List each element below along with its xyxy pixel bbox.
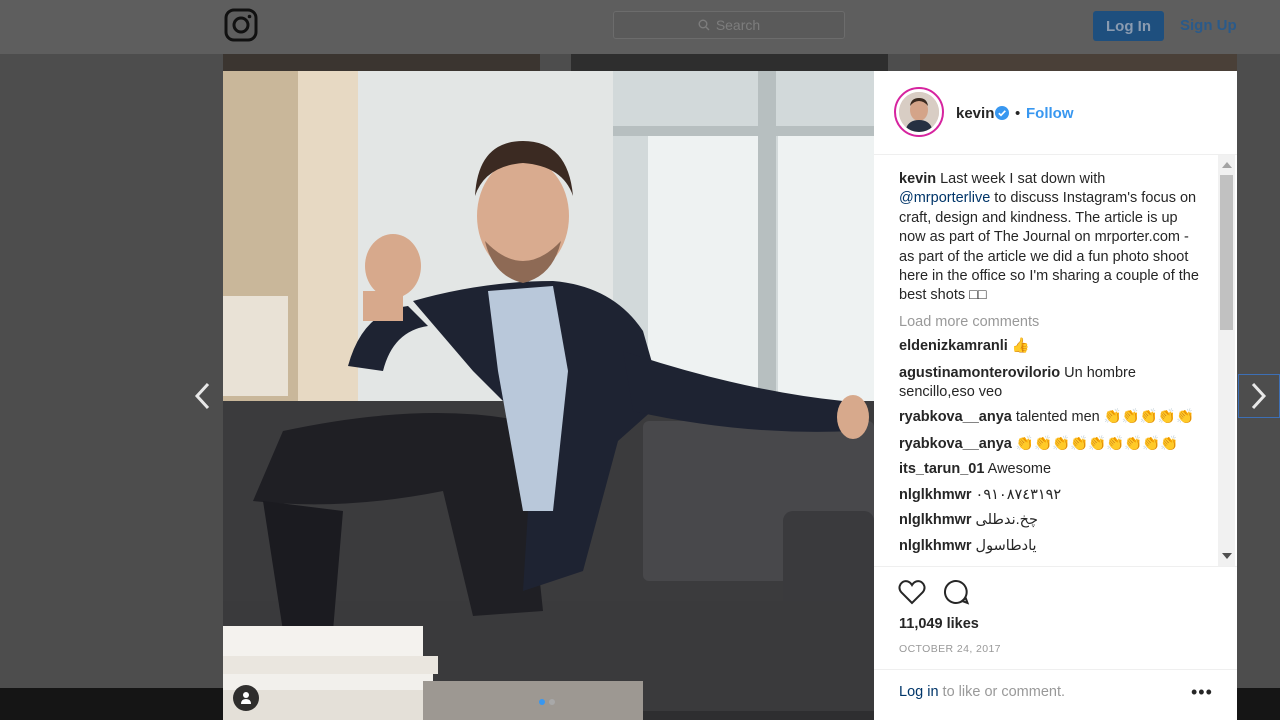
comment-text: چخ.ندطلی: [971, 512, 1038, 528]
caption-username[interactable]: kevin: [899, 171, 936, 187]
comment-item: nlglkhmwr یادطاسول: [899, 537, 1199, 556]
comment-username[interactable]: eldenizkamranli: [899, 338, 1008, 354]
comment-username[interactable]: ryabkova__anya: [899, 436, 1012, 452]
post-header: kevin • Follow: [874, 71, 1237, 155]
carousel-dot-active: [539, 699, 545, 705]
instagram-logo-icon[interactable]: [224, 8, 258, 42]
next-post-button[interactable]: [1238, 374, 1280, 418]
comment-username[interactable]: agustinamonterovilorio: [899, 365, 1060, 381]
photo-illustration: [223, 71, 874, 720]
login-prompt: Log in to like or comment. •••: [874, 669, 1237, 720]
comment-item: nlglkhmwr چخ.ندطلی: [899, 511, 1199, 530]
separator-dot: •: [1015, 105, 1021, 122]
post-caption: kevin Last week I sat down with @mrporte…: [899, 170, 1199, 306]
comments-scrollbar[interactable]: [1218, 155, 1235, 566]
likes-count[interactable]: 11,049 likes: [899, 616, 979, 632]
background-grid-tile: [920, 54, 1237, 72]
caption-text-after: to discuss Instagram's focus on craft, d…: [899, 190, 1199, 304]
login-prompt-text: Log in to like or comment.: [899, 684, 1065, 700]
comment-text: Awesome: [984, 461, 1052, 477]
comment-text: talented men 👏👏👏👏👏: [1011, 409, 1195, 425]
scroll-down-arrow[interactable]: [1222, 553, 1232, 559]
comment-text: ٠٩١٠٨٧٤٣١٩٢: [971, 487, 1062, 503]
avatar[interactable]: [894, 87, 944, 137]
post-photo[interactable]: [223, 71, 874, 720]
carousel-dot: [549, 699, 555, 705]
login-link[interactable]: Log in: [899, 684, 939, 700]
post-sidebar: kevin • Follow kevin Last week I sat dow…: [874, 71, 1237, 720]
comment-item: nlglkhmwr ٠٩١٠٨٧٤٣١٩٢: [899, 486, 1199, 505]
user-tag-button[interactable]: [233, 685, 259, 711]
more-options-button[interactable]: •••: [1191, 682, 1213, 703]
chevron-right-icon: [1251, 382, 1267, 410]
comment-text: 👏👏👏👏👏👏👏👏👏: [1011, 436, 1179, 452]
post-date: OCTOBER 24, 2017: [899, 643, 1001, 655]
load-more-comments-button[interactable]: Load more comments: [899, 314, 1039, 330]
comment-username[interactable]: nlglkhmwr: [899, 512, 972, 528]
comment-item: ryabkova__anya talented men 👏👏👏👏👏: [899, 408, 1199, 427]
search-input[interactable]: Search: [613, 11, 845, 39]
previous-post-button[interactable]: [186, 378, 218, 414]
login-suffix: to like or comment.: [938, 684, 1066, 700]
heart-icon[interactable]: [898, 579, 926, 605]
comment-text: 👍: [1007, 338, 1030, 354]
comment-icon[interactable]: [942, 578, 970, 606]
comment-item: ryabkova__anya 👏👏👏👏👏👏👏👏👏: [899, 435, 1199, 454]
comment-username[interactable]: nlglkhmwr: [899, 487, 972, 503]
caption-text-before: Last week I sat down with: [936, 171, 1106, 187]
avatar-image: [899, 92, 939, 132]
comment-username[interactable]: nlglkhmwr: [899, 538, 972, 554]
search-placeholder: Search: [715, 17, 761, 33]
comment-item: agustinamonterovilorio Un hombre sencill…: [899, 364, 1199, 403]
post-username[interactable]: kevin: [956, 105, 994, 122]
comment-username[interactable]: its_tarun_01: [899, 461, 984, 477]
follow-button[interactable]: Follow: [1026, 105, 1074, 122]
comment-username[interactable]: ryabkova__anya: [899, 409, 1012, 425]
background-grid-tile: [571, 54, 888, 72]
comment-item: its_tarun_01 Awesome: [899, 460, 1199, 479]
comment-item: eldenizkamranli 👍: [899, 337, 1199, 356]
chevron-left-icon: [194, 382, 210, 410]
post-actions: 11,049 likes OCTOBER 24, 2017: [874, 566, 1237, 666]
signup-link[interactable]: Sign Up: [1180, 17, 1237, 34]
comment-text: یادطاسول: [971, 538, 1037, 554]
carousel-indicator: [539, 699, 555, 705]
top-navigation-bar: Search Log In Sign Up: [0, 0, 1280, 54]
background-grid-tile: [223, 54, 540, 72]
user-tag-icon: [241, 692, 251, 704]
search-icon: [698, 19, 710, 31]
scroll-up-arrow[interactable]: [1222, 162, 1232, 168]
comments-list: kevin Last week I sat down with @mrporte…: [874, 155, 1237, 566]
login-button[interactable]: Log In: [1093, 11, 1164, 41]
caption-mention-link[interactable]: @mrporterlive: [899, 190, 990, 206]
post-modal: kevin • Follow kevin Last week I sat dow…: [223, 71, 1237, 720]
scroll-thumb[interactable]: [1220, 175, 1233, 330]
verified-badge-icon: [995, 106, 1009, 120]
